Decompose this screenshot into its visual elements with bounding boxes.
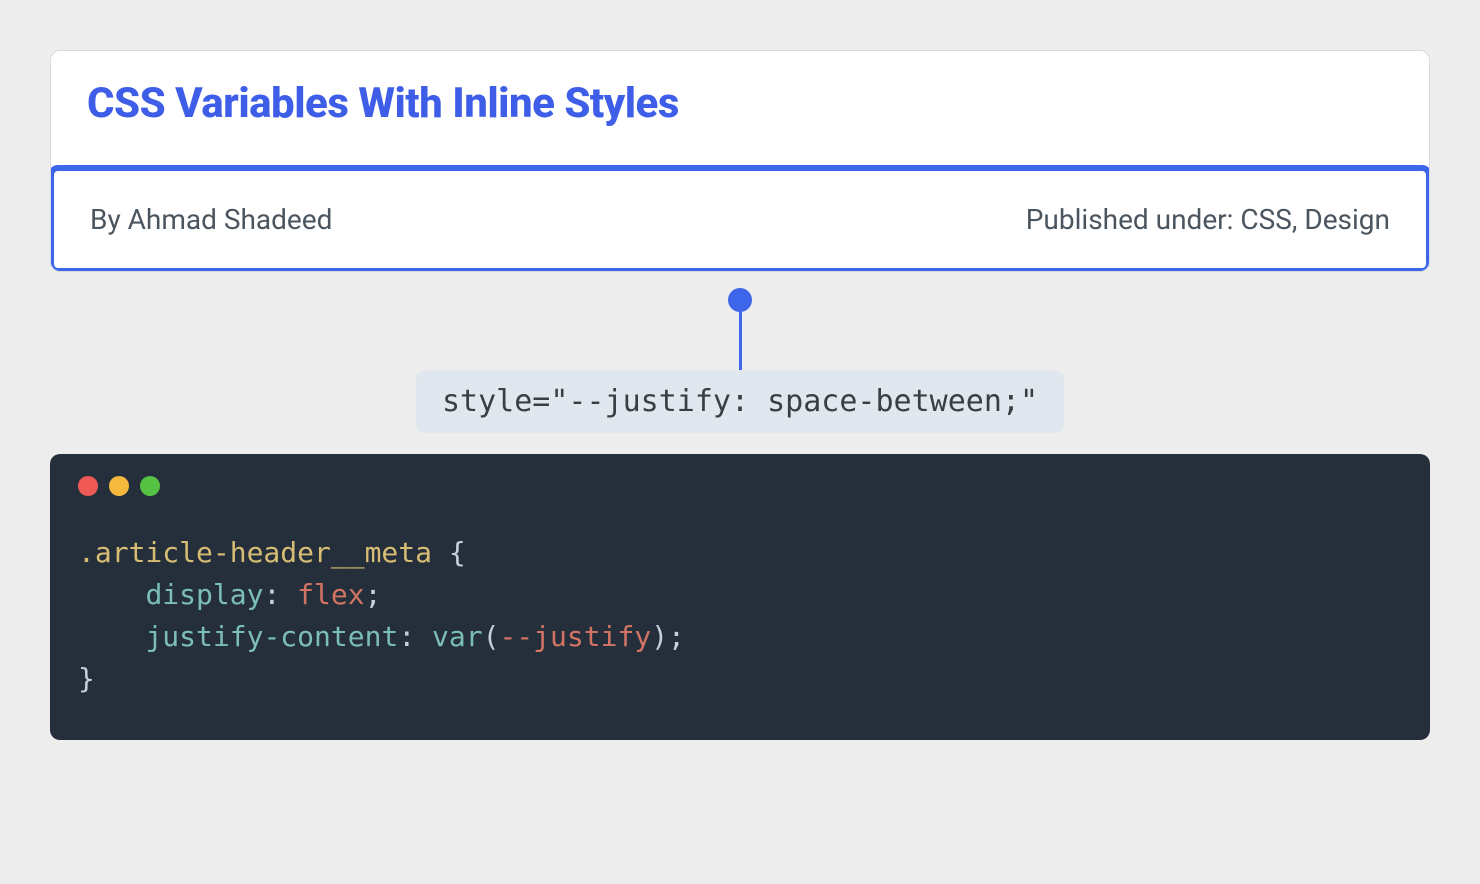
code-content: .article-header__meta { display: flex; j… — [78, 532, 1402, 700]
code-var-justify: --justify — [499, 620, 651, 653]
window-traffic-lights — [78, 476, 1402, 496]
close-icon — [78, 476, 98, 496]
code-val-flex: flex — [297, 578, 364, 611]
code-selector: .article-header__meta — [78, 536, 432, 569]
inline-style-label: style="--justify: space-between;" — [416, 370, 1064, 433]
code-prop-display: display — [145, 578, 263, 611]
article-title: CSS Variables With Inline Styles — [51, 79, 1429, 168]
article-meta-row: By Ahmad Shadeed Published under: CSS, D… — [50, 165, 1430, 272]
annotation-connector: style="--justify: space-between;" — [50, 272, 1430, 442]
code-block: .article-header__meta { display: flex; j… — [50, 454, 1430, 740]
article-published: Published under: CSS, Design — [1026, 203, 1390, 236]
article-card: CSS Variables With Inline Styles By Ahma… — [50, 50, 1430, 272]
minimize-icon — [109, 476, 129, 496]
article-byline: By Ahmad Shadeed — [90, 203, 332, 236]
connector-line-icon — [739, 300, 742, 370]
code-prop-justify: justify-content — [145, 620, 398, 653]
maximize-icon — [140, 476, 160, 496]
code-func-var: var — [432, 620, 483, 653]
